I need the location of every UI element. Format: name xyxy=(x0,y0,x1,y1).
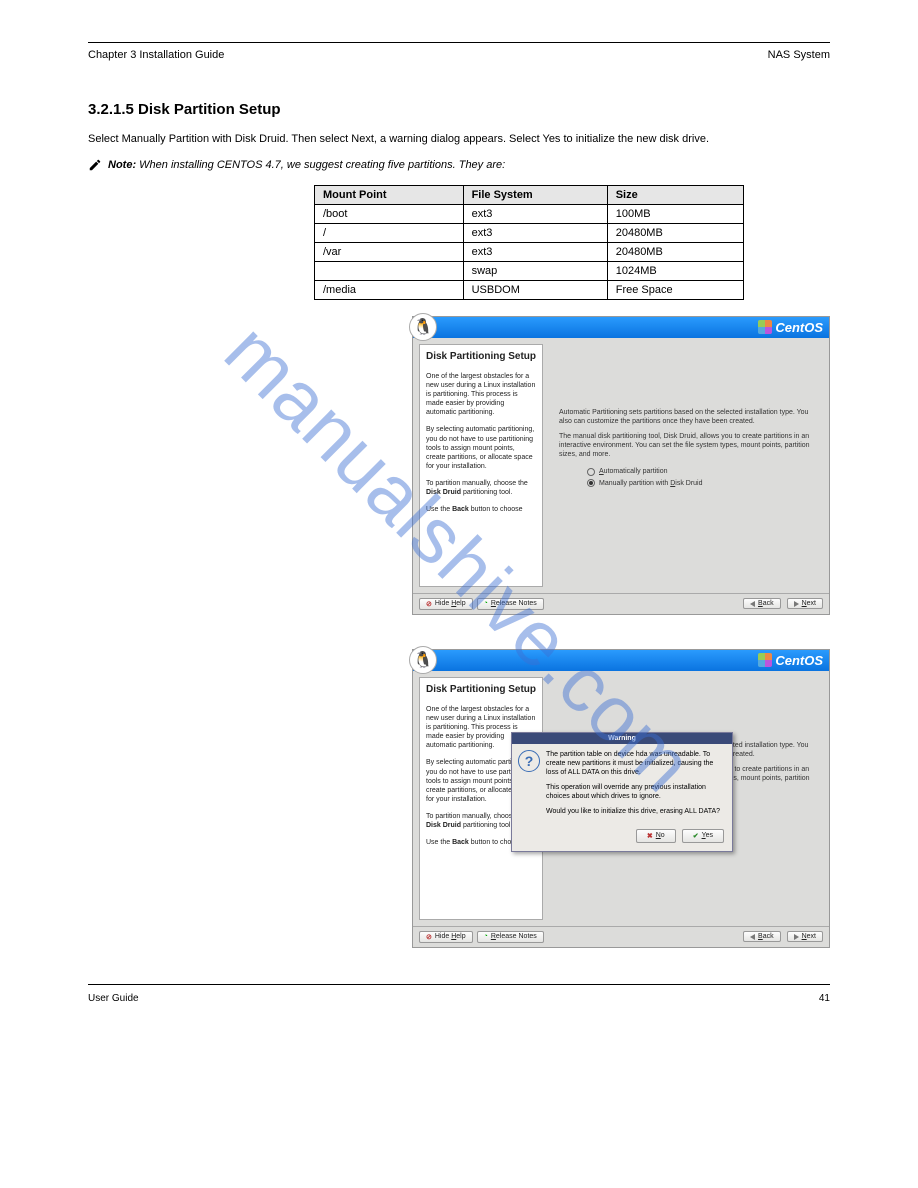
radio-auto-row[interactable]: Automatically partition xyxy=(587,467,819,476)
chevron-right-icon xyxy=(794,934,799,940)
radio-manual-label: Manually partition with Disk Druid xyxy=(599,479,703,488)
section-title: 3.2.1.5 Disk Partition Setup xyxy=(88,101,830,118)
yes-button[interactable]: ✔Yes xyxy=(682,829,724,843)
help-title: Disk Partitioning Setup xyxy=(426,351,536,362)
pencil-icon xyxy=(88,158,102,175)
dialog-p3: Would you like to initialize this drive,… xyxy=(546,807,726,816)
rule-bottom xyxy=(88,984,830,985)
table-header-row: Mount Point File System Size xyxy=(315,185,744,204)
release-notes-button[interactable]: ◔Release Notes xyxy=(477,598,544,610)
installer-screenshot-1: 🐧 CentOS Disk Partitioning Setup One of … xyxy=(412,316,830,615)
help-p1: One of the largest obstacles for a new u… xyxy=(426,372,536,417)
rule-top xyxy=(88,42,830,43)
intro-paragraph: Select Manually Partition with Disk Drui… xyxy=(88,132,830,148)
dialog-title: Warning xyxy=(512,733,732,744)
dialog-p2: This operation will override any previou… xyxy=(546,783,726,801)
release-notes-button[interactable]: ◔Release Notes xyxy=(477,931,544,943)
tux-icon: 🐧 xyxy=(409,646,437,674)
chevron-right-icon xyxy=(794,601,799,607)
brand-label: CentOS xyxy=(775,653,823,668)
help-p4: Use the Back button to choose xyxy=(426,505,536,514)
titlebar: CentOS xyxy=(413,317,829,338)
radio-auto-label: Automatically partition xyxy=(599,467,667,476)
main-pane: Automatic Partitioning sets partitions b… xyxy=(549,338,829,593)
note-text: Note: When installing CENTOS 4.7, we sug… xyxy=(108,158,505,174)
no-button[interactable]: ✖No xyxy=(636,829,676,843)
help-title: Disk Partitioning Setup xyxy=(426,684,536,695)
close-icon: ⊘ xyxy=(426,600,432,608)
back-button[interactable]: Back xyxy=(743,598,781,609)
installer-screenshot-2: 🐧 CentOS Disk Partitioning Setup One of … xyxy=(412,649,830,948)
warning-dialog: Warning ? The partition table on device … xyxy=(511,732,733,852)
header-right: NAS System xyxy=(768,49,830,61)
question-icon: ? xyxy=(518,750,540,772)
chevron-left-icon xyxy=(750,601,755,607)
next-button[interactable]: Next xyxy=(787,931,823,942)
radio-unchecked-icon[interactable] xyxy=(587,468,595,476)
table-row: swap1024MB xyxy=(315,261,744,280)
table-row: /varext320480MB xyxy=(315,242,744,261)
main-p2: The manual disk partitioning tool, Disk … xyxy=(559,432,819,459)
back-button[interactable]: Back xyxy=(743,931,781,942)
tux-icon: 🐧 xyxy=(409,313,437,341)
th-mount: Mount Point xyxy=(315,185,464,204)
footer-left: User Guide xyxy=(88,993,139,1004)
help-pane: Disk Partitioning Setup One of the large… xyxy=(419,344,543,587)
radio-checked-icon[interactable] xyxy=(587,479,595,487)
chevron-left-icon xyxy=(750,934,755,940)
page-number: 41 xyxy=(819,993,830,1004)
th-fs: File System xyxy=(463,185,607,204)
table-row: /mediaUSBDOMFree Space xyxy=(315,280,744,299)
centos-logo-icon xyxy=(758,320,772,334)
help-p3: To partition manually, choose the Disk D… xyxy=(426,479,536,497)
centos-logo-icon xyxy=(758,653,772,667)
x-icon: ✖ xyxy=(647,832,653,840)
table-row: /ext320480MB xyxy=(315,223,744,242)
notes-icon: ◔ xyxy=(484,600,488,607)
titlebar: CentOS xyxy=(413,650,829,671)
check-icon: ✔ xyxy=(693,832,699,840)
close-icon: ⊘ xyxy=(426,933,432,941)
help-p2: By selecting automatic partitioning, you… xyxy=(426,425,536,470)
th-size: Size xyxy=(607,185,743,204)
brand-label: CentOS xyxy=(775,320,823,335)
header-left: Chapter 3 Installation Guide xyxy=(88,49,224,61)
hide-help-button[interactable]: ⊘Hide Help xyxy=(419,931,473,943)
table-row: /bootext3100MB xyxy=(315,204,744,223)
hide-help-button[interactable]: ⊘Hide Help xyxy=(419,598,473,610)
dialog-p1: The partition table on device hda was un… xyxy=(546,750,726,777)
next-button[interactable]: Next xyxy=(787,598,823,609)
radio-manual-row[interactable]: Manually partition with Disk Druid xyxy=(587,479,819,488)
notes-icon: ◔ xyxy=(484,933,488,940)
partition-table: Mount Point File System Size /bootext310… xyxy=(314,185,744,300)
main-p1: Automatic Partitioning sets partitions b… xyxy=(559,408,819,426)
